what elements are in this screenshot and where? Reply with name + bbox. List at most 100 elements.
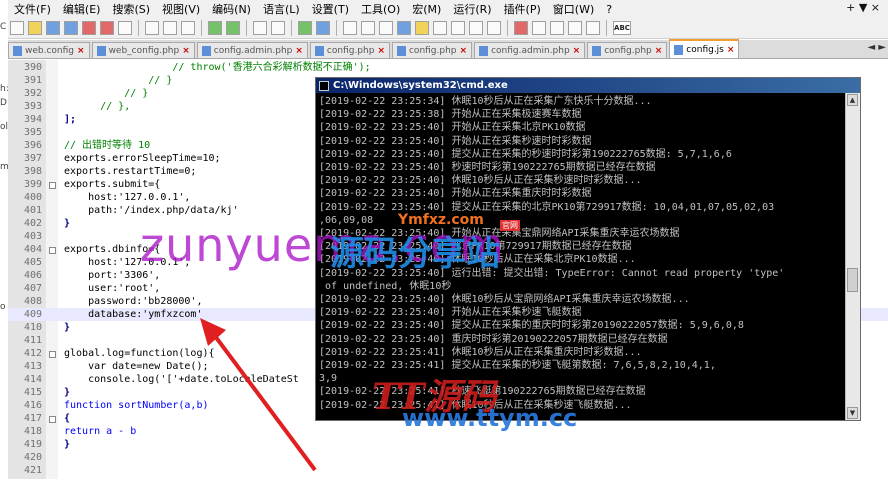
close-tab-icon[interactable]: × [460,46,468,56]
tab-web-config-php[interactable]: web_config.php × [91,42,195,58]
tab-config-admin-php[interactable]: config.admin.php × [196,42,308,58]
lang-icon[interactable] [415,21,429,35]
fold-toggle-icon[interactable] [49,416,56,423]
scroll-thumb[interactable] [847,268,858,292]
line-text: } [64,387,71,398]
tab-web-config[interactable]: web.config × [8,42,90,58]
close-tab-icon[interactable]: × [295,46,303,56]
menu-file[interactable]: 文件(F) [8,1,57,17]
indent-guide-icon[interactable] [397,21,411,35]
function-list-icon[interactable] [451,21,465,35]
save-all-icon[interactable] [64,21,78,35]
fold-toggle-icon[interactable] [49,247,56,254]
tab-label: config.php [326,45,375,56]
document-tabs: web.config × web_config.php × config.admin… [8,39,888,59]
line-number: 413 [23,361,42,372]
cmd-title-bar[interactable]: C:\Windows\system32\cmd.exe [316,78,860,93]
sync-scroll-icon[interactable] [343,21,357,35]
line-text: database:'ymfxzcom' [64,309,203,320]
menu-macro[interactable]: 宏(M) [406,1,447,17]
play-macro-icon[interactable] [550,21,564,35]
line-text: // } [64,75,173,86]
save-macro-icon[interactable] [586,21,600,35]
menu-window[interactable]: 窗口(W) [547,1,600,17]
close-tab-icon[interactable]: × [727,45,735,55]
close-tab-icon[interactable]: × [77,46,85,56]
menu-plugins[interactable]: 插件(P) [498,1,547,17]
line-number: 393 [23,101,42,112]
print-icon[interactable] [118,21,132,35]
run-macro-multiple-icon[interactable] [568,21,582,35]
file-icon [96,45,106,56]
record-macro-icon[interactable] [514,21,528,35]
tab-config-php[interactable]: config.php × [309,42,390,58]
show-all-chars-icon[interactable] [379,21,393,35]
line-text: // }, [64,101,131,112]
line-text: password:'bb28000', [64,296,203,307]
window-controls[interactable]: + ▼ × [846,1,880,14]
close-tab-icon[interactable]: × [573,46,581,56]
line-text: // } [64,88,149,99]
tab-scroll-arrows[interactable]: ◄ ► [867,42,886,53]
fold-toggle-icon[interactable] [49,351,56,358]
tab-config-js[interactable]: config.js × [669,39,740,58]
redo-icon[interactable] [226,21,240,35]
doc-map-icon[interactable] [433,21,447,35]
find-icon[interactable] [253,21,267,35]
close-icon[interactable] [82,21,96,35]
menu-tools[interactable]: 工具(O) [355,1,406,17]
menu-encoding[interactable]: 编码(N) [206,1,257,17]
save-icon[interactable] [46,21,60,35]
monitor-icon[interactable] [487,21,501,35]
stop-macro-icon[interactable] [532,21,546,35]
menu-language[interactable]: 语言(L) [257,1,306,17]
cut-icon[interactable] [145,21,159,35]
menu-view[interactable]: 视图(V) [156,1,206,17]
word-wrap-icon[interactable] [361,21,375,35]
paste-icon[interactable] [181,21,195,35]
copy-icon[interactable] [163,21,177,35]
toolbar-separator [336,20,337,36]
spell-check-icon[interactable]: ABC [613,21,631,35]
close-tab-icon[interactable]: × [655,46,663,56]
watermark-small: Ymfxz.com [398,212,484,228]
menu-search[interactable]: 搜索(S) [106,1,156,17]
close-all-icon[interactable] [100,21,114,35]
tab-label: config.admin.php [213,45,293,56]
tab-config-php-2[interactable]: config.php × [391,42,473,58]
zoom-out-icon[interactable] [316,21,330,35]
replace-icon[interactable] [271,21,285,35]
cmd-line: [2019-02-22 23:25:40] 休眠10秒后从正在采集秒速时时彩数据… [319,175,642,187]
close-tab-icon[interactable]: × [182,46,190,56]
cmd-scrollbar[interactable]: ▲ ▼ [845,93,860,420]
code-line: 420 [8,451,888,464]
file-icon [13,45,22,56]
tab-config-php-3[interactable]: config.php × [587,42,668,58]
line-number: 394 [23,114,42,125]
tab-config-admin-php-2[interactable]: config.admin.php × [474,42,586,58]
line-text: exports.restartTime=0; [64,166,197,177]
line-number: 404 [23,244,42,255]
cmd-line: [2019-02-22 23:25:40] 开始从正在采集重庆时时彩数据 [319,188,592,200]
toolbar-separator [246,20,247,36]
menu-run[interactable]: 运行(R) [447,1,497,17]
line-number: 405 [23,257,42,268]
line-number: 420 [23,452,42,463]
menu-edit[interactable]: 编辑(E) [57,1,107,17]
cmd-icon [319,80,329,91]
close-tab-icon[interactable]: × [377,46,385,56]
open-file-icon[interactable] [28,21,42,35]
line-number: 399 [23,179,42,190]
scroll-up-icon[interactable]: ▲ [847,94,858,106]
file-icon [592,45,602,56]
toolbar-separator [291,20,292,36]
new-file-icon[interactable] [10,21,24,35]
line-text: { [64,413,71,424]
zoom-in-icon[interactable] [298,21,312,35]
menu-help[interactable]: ? [600,3,618,16]
folder-workspace-icon[interactable] [469,21,483,35]
undo-icon[interactable] [208,21,222,35]
fold-toggle-icon[interactable] [49,182,56,189]
scroll-down-icon[interactable]: ▼ [847,407,858,419]
menu-settings[interactable]: 设置(T) [306,1,355,17]
